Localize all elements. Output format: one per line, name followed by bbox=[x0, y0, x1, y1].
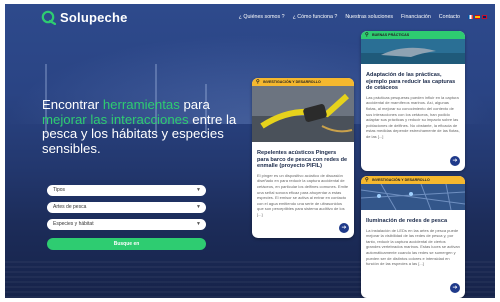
search-icon: ⚲ bbox=[365, 32, 369, 38]
headline-text: Encontrar bbox=[42, 97, 103, 112]
arrow-right-icon[interactable]: ➔ bbox=[450, 283, 460, 293]
arrow-right-icon[interactable]: ➔ bbox=[339, 223, 349, 233]
language-selector bbox=[468, 15, 487, 19]
card-category-badge: ⚲ BUENAS PRÁCTICAS bbox=[361, 31, 465, 39]
fishing-net-image bbox=[361, 183, 465, 211]
nav-item-quienes-somos[interactable]: ¿ Quiénes somos ? bbox=[239, 14, 285, 20]
chevron-down-icon: ▼ bbox=[196, 187, 201, 193]
pinger-device-image bbox=[252, 86, 354, 142]
card-title[interactable]: Repelentes acústicos Pingers para barco … bbox=[252, 147, 354, 171]
nav-item-soluciones[interactable]: Nuestras soluciones bbox=[345, 14, 393, 20]
card-description: Las prácticas pesqueras pueden influir e… bbox=[366, 94, 460, 139]
uk-flag-icon[interactable] bbox=[482, 15, 487, 19]
hero-headline: Encontrar herramientas para mejorar las … bbox=[42, 97, 247, 156]
solution-card-lighting[interactable]: ⚲ INVESTIGACIÓN Y DESARROLLO Iluminación… bbox=[361, 176, 465, 298]
hook-logo-icon bbox=[41, 10, 57, 26]
card-category-label: INVESTIGACIÓN Y DESARROLLO bbox=[263, 80, 321, 84]
card-category-badge: ⚲ INVESTIGACIÓN Y DESARROLLO bbox=[252, 78, 354, 86]
main-menu: ¿ Quiénes somos ? ¿ Cómo funciona ? Nues… bbox=[239, 14, 487, 20]
solution-card-practices[interactable]: ⚲ BUENAS PRÁCTICAS Adaptación de las prá… bbox=[361, 31, 465, 171]
card-category-label: INVESTIGACIÓN Y DESARROLLO bbox=[372, 178, 430, 182]
headline-accent-text: herramientas bbox=[102, 97, 180, 112]
logo[interactable]: Solupeche bbox=[41, 10, 128, 26]
hero-section: Solupeche ¿ Quiénes somos ? ¿ Cómo funci… bbox=[5, 4, 495, 298]
card-description: El pinger es un dispositivo acústico de … bbox=[257, 172, 349, 217]
card-description: La instalación de LEDs en las artes de p… bbox=[366, 227, 460, 267]
spanish-flag-icon[interactable] bbox=[475, 15, 480, 19]
nav-item-como-funciona[interactable]: ¿ Cómo funciona ? bbox=[293, 14, 338, 20]
headline-accent-text: mejorar las interacciones bbox=[42, 111, 189, 127]
arrow-right-icon[interactable]: ➔ bbox=[450, 156, 460, 166]
nav-item-contacto[interactable]: Contacto bbox=[439, 14, 460, 20]
species-habitat-select-label: Especies y hábitat bbox=[53, 221, 94, 227]
french-flag-icon[interactable] bbox=[468, 15, 473, 19]
card-category-badge: ⚲ INVESTIGACIÓN Y DESARROLLO bbox=[361, 176, 465, 184]
fishing-gear-select-label: Artes de pesca bbox=[53, 204, 87, 210]
nav-item-financiacion[interactable]: Financiación bbox=[401, 14, 431, 20]
card-title[interactable]: Adaptación de las prácticas, ejemplo par… bbox=[361, 69, 465, 93]
headline-text: para bbox=[179, 97, 210, 112]
search-button[interactable]: Busque en bbox=[47, 238, 206, 250]
card-title[interactable]: Iluminación de redes de pesca bbox=[361, 215, 465, 226]
fishing-gear-select[interactable]: Artes de pesca ▼ bbox=[47, 202, 206, 213]
search-icon: ⚲ bbox=[256, 79, 260, 85]
top-navigation: Solupeche ¿ Quiénes somos ? ¿ Cómo funci… bbox=[5, 4, 495, 32]
types-select[interactable]: Tipos ▼ bbox=[47, 185, 206, 196]
species-habitat-select[interactable]: Especies y hábitat ▼ bbox=[47, 219, 206, 230]
brand-name: Solupeche bbox=[60, 10, 128, 25]
types-select-label: Tipos bbox=[53, 187, 66, 193]
chevron-down-icon: ▼ bbox=[196, 221, 201, 227]
chevron-down-icon: ▼ bbox=[196, 204, 201, 210]
solution-card-pingers[interactable]: ⚲ INVESTIGACIÓN Y DESARROLLO Repelentes … bbox=[252, 78, 354, 238]
search-icon: ⚲ bbox=[365, 177, 369, 183]
dolphin-image bbox=[361, 39, 465, 64]
card-category-label: BUENAS PRÁCTICAS bbox=[372, 33, 410, 37]
